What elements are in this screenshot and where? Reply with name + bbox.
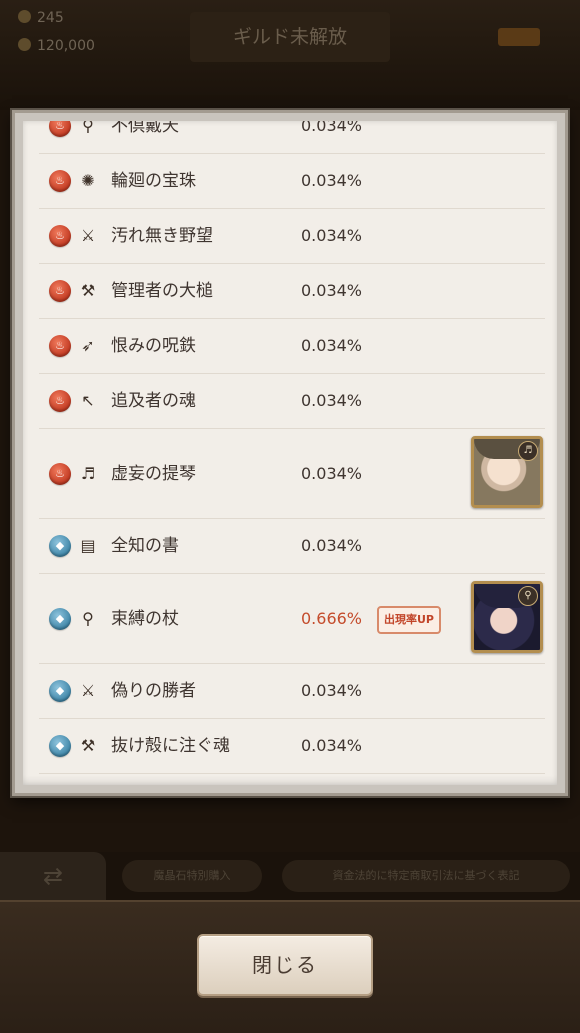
- item-rate: 0.034%: [301, 463, 363, 483]
- background-title: ギルド未解放: [190, 12, 390, 62]
- item-name: 管理者の大槌: [111, 281, 213, 301]
- hammer-icon: ⚒: [80, 736, 96, 755]
- hammer-icon: ⚒: [80, 281, 96, 300]
- list-item: ♨ ➶ 恨みの呪鉄 0.034%: [39, 319, 545, 374]
- harp-icon: ♬: [80, 463, 96, 483]
- fire-element-icon: ♨: [49, 225, 71, 247]
- list-item: ♨ ⚒ 管理者の大槌 0.034%: [39, 264, 545, 319]
- staff-icon: ⚲: [82, 608, 94, 628]
- ornament-icon: [498, 28, 540, 46]
- bow-icon: ➶: [81, 336, 95, 355]
- item-name: 追及者の魂: [111, 391, 196, 411]
- gem-icon: [18, 10, 31, 23]
- water-element-icon: ◆: [49, 680, 71, 702]
- close-button[interactable]: 閉じる: [197, 934, 373, 996]
- fire-element-icon: ♨: [49, 121, 71, 137]
- background-tabs: ⇄ 魔晶石特別購入 資金法的に特定商取引法に基づく表記: [0, 852, 580, 900]
- stat-b: 120,000: [18, 38, 95, 54]
- item-name: 束縛の杖: [111, 608, 179, 629]
- fire-element-icon: ♨: [49, 335, 71, 357]
- double-arrow-icon: ⇄: [0, 852, 106, 900]
- sword-icon: ⚔: [80, 681, 96, 700]
- fire-element-icon: ♨: [49, 390, 71, 412]
- harp-badge-icon: ♬: [518, 440, 538, 461]
- item-name: 恨みの呪鉄: [111, 336, 196, 356]
- list-item: ♨ ⚲ 不倶戴天 0.034%: [39, 121, 545, 154]
- fire-element-icon: ♨: [49, 462, 71, 485]
- item-rate: 0.034%: [301, 736, 363, 755]
- coin-icon: [18, 38, 31, 51]
- item-name: 汚れ無き野望: [111, 226, 213, 246]
- list-item: ◆ ⚒ 抜け殻に注ぐ魂 0.034%: [39, 719, 545, 774]
- item-name: 輪廻の宝珠: [111, 171, 196, 191]
- staff-icon: ⚲: [82, 121, 94, 135]
- list-item: ◆ ⚲ 束縛の杖 0.666% 出現率UP ⚲: [39, 574, 545, 664]
- drop-rate-list: ♨ ⚲ 不倶戴天 0.034% ♨ ✺ 輪廻の宝珠 0.034% ♨ ⚔ 汚れ無き野望 0.034% ♨…: [23, 121, 557, 774]
- item-rate: 0.034%: [301, 121, 363, 135]
- list-item: ♨ ⚔ 汚れ無き野望 0.034%: [39, 209, 545, 264]
- water-element-icon: ◆: [49, 607, 71, 630]
- item-name: 虚妄の提琴: [111, 463, 196, 484]
- drop-rate-dialog: ♨ ⚲ 不倶戴天 0.034% ♨ ✺ 輪廻の宝珠 0.034% ♨ ⚔ 汚れ無き野望 0.034% ♨…: [12, 110, 568, 796]
- item-rate: 0.666%: [301, 608, 363, 628]
- item-rate: 0.034%: [301, 536, 363, 555]
- item-rate: 0.034%: [301, 681, 363, 700]
- stat-a: 245: [18, 10, 64, 26]
- rate-up-badge: 出現率UP: [377, 605, 441, 634]
- spear-icon: ↖: [81, 391, 95, 410]
- character-portrait[interactable]: ♬: [471, 435, 543, 508]
- list-item: ♨ ↖ 追及者の魂 0.034%: [39, 374, 545, 429]
- item-rate: 0.034%: [301, 171, 363, 190]
- item-name: 抜け殻に注ぐ魂: [111, 736, 230, 756]
- drop-rate-list-viewport[interactable]: ♨ ⚲ 不倶戴天 0.034% ♨ ✺ 輪廻の宝珠 0.034% ♨ ⚔ 汚れ無き野望 0.034% ♨…: [23, 121, 557, 785]
- item-rate: 0.034%: [301, 281, 363, 300]
- item-rate: 0.034%: [301, 336, 363, 355]
- tab-legal: 資金法的に特定商取引法に基づく表記: [282, 860, 570, 892]
- tab-purchase: 魔晶石特別購入: [122, 860, 262, 892]
- item-name: 偽りの勝者: [111, 681, 196, 701]
- item-rate: 0.034%: [301, 226, 363, 245]
- book-icon: ▤: [80, 536, 96, 555]
- list-item: ♨ ♬ 虚妄の提琴 0.034% ♬: [39, 429, 545, 519]
- fire-element-icon: ♨: [49, 170, 71, 192]
- sword-icon: ⚔: [80, 226, 96, 245]
- list-item: ♨ ✺ 輪廻の宝珠 0.034%: [39, 154, 545, 209]
- item-rate: 0.034%: [301, 391, 363, 410]
- fire-element-icon: ♨: [49, 280, 71, 302]
- orb-icon: ✺: [81, 171, 95, 190]
- item-name: 全知の書: [111, 536, 179, 556]
- item-name: 不倶戴天: [111, 121, 179, 136]
- background-header: 245 120,000 ギルド未解放: [0, 0, 580, 110]
- list-item: ◆ ▤ 全知の書 0.034%: [39, 519, 545, 574]
- water-element-icon: ◆: [49, 535, 71, 557]
- list-item: ◆ ⚔ 偽りの勝者 0.034%: [39, 664, 545, 719]
- scroll-shade: [23, 775, 557, 785]
- water-element-icon: ◆: [49, 735, 71, 757]
- staff-badge-icon: ⚲: [518, 585, 538, 606]
- character-portrait[interactable]: ⚲: [471, 580, 543, 653]
